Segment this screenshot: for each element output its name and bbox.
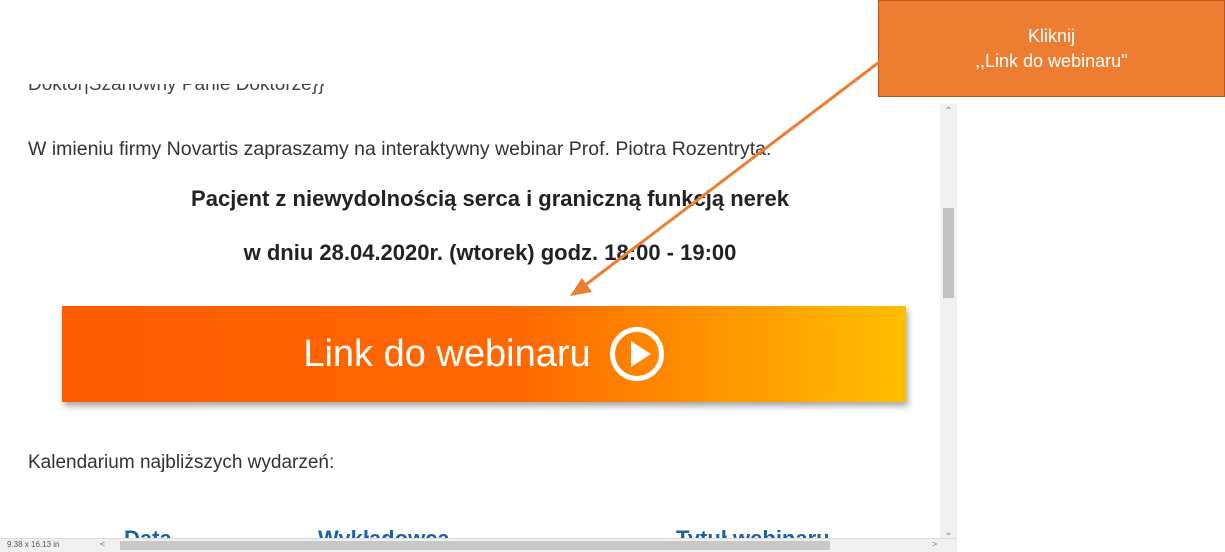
vertical-scrollbar[interactable]: ⌃ ⌄ bbox=[940, 104, 957, 538]
webinar-title: Pacjent z niewydolnością serca i granicz… bbox=[191, 186, 789, 211]
status-bar: 9.38 x 16.13 in < > bbox=[0, 538, 957, 552]
callout-line-1: Kliknij bbox=[1027, 25, 1075, 46]
email-body: Doktor|Szanowny Panie Doktorze}} W imien… bbox=[0, 0, 940, 551]
instruction-callout: Kliknij ,,Link do webinaru'' bbox=[878, 0, 1225, 97]
greeting-partial: Doktor|Szanowny Panie Doktorze}} bbox=[28, 84, 325, 95]
calendar-heading: Kalendarium najbliższych wydarzeń: bbox=[28, 452, 335, 473]
webinar-link-button[interactable]: Link do webinaru bbox=[62, 306, 906, 402]
play-circle-icon bbox=[609, 327, 664, 381]
webinar-date: w dniu 28.04.2020r. (wtorek) godz. 18:00… bbox=[243, 240, 737, 265]
intro-text: W imieniu firmy Novartis zapraszamy na i… bbox=[28, 138, 772, 160]
page-size-readout: 9.38 x 16.13 in bbox=[7, 540, 60, 549]
scroll-down-icon[interactable]: ⌄ bbox=[940, 527, 957, 538]
vertical-scroll-thumb[interactable] bbox=[943, 208, 954, 298]
horizontal-scroll-thumb[interactable] bbox=[120, 541, 830, 550]
scroll-right-icon[interactable]: > bbox=[932, 539, 937, 549]
scroll-left-icon[interactable]: < bbox=[100, 539, 105, 549]
scroll-up-icon[interactable]: ⌃ bbox=[940, 106, 957, 117]
webinar-link-label: Link do webinaru bbox=[303, 332, 591, 375]
callout-line-2: ,,Link do webinaru'' bbox=[975, 50, 1128, 71]
